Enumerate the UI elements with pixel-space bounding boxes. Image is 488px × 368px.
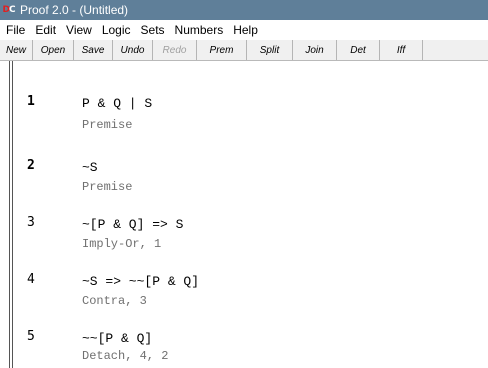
step-number: 5 bbox=[27, 329, 35, 344]
step-number: 4 bbox=[27, 272, 35, 287]
undo-button[interactable]: Undo bbox=[113, 40, 153, 60]
step-justification: Detach, 4, 2 bbox=[82, 349, 169, 363]
save-button[interactable]: Save bbox=[74, 40, 113, 60]
proof-app-icon[interactable]: DC bbox=[2, 4, 16, 16]
menu-logic[interactable]: Logic bbox=[97, 20, 136, 40]
menu-sets[interactable]: Sets bbox=[136, 20, 170, 40]
step-formula: ~[P & Q] => S bbox=[82, 217, 184, 232]
step-justification: Imply-Or, 1 bbox=[82, 237, 162, 251]
step-justification: Premise bbox=[82, 180, 133, 194]
step-justification: Contra, 3 bbox=[82, 294, 147, 308]
redo-button[interactable]: Redo bbox=[153, 40, 197, 60]
step-number: 2 bbox=[27, 158, 35, 173]
join-button[interactable]: Join bbox=[293, 40, 337, 60]
menu-file[interactable]: File bbox=[1, 20, 30, 40]
menu-view[interactable]: View bbox=[61, 20, 97, 40]
margin-line-inner bbox=[12, 61, 13, 368]
title-bar[interactable]: DC Proof 2.0 - (Untitled) bbox=[0, 0, 488, 20]
margin-line-outer bbox=[9, 61, 10, 368]
menu-edit[interactable]: Edit bbox=[30, 20, 61, 40]
app-icon-letter-2: C bbox=[8, 4, 16, 15]
step-formula: P & Q | S bbox=[82, 96, 153, 111]
window-title: Proof 2.0 - (Untitled) bbox=[20, 3, 129, 17]
new-button[interactable]: New bbox=[0, 40, 33, 60]
step-number: 1 bbox=[27, 94, 35, 109]
step-justification: Premise bbox=[82, 118, 133, 132]
split-button[interactable]: Split bbox=[247, 40, 293, 60]
detach-button[interactable]: Det bbox=[337, 40, 380, 60]
proof-window: DC Proof 2.0 - (Untitled) File Edit View… bbox=[0, 0, 488, 368]
open-button[interactable]: Open bbox=[33, 40, 74, 60]
menu-bar: File Edit View Logic Sets Numbers Help bbox=[0, 20, 488, 40]
menu-numbers[interactable]: Numbers bbox=[170, 20, 229, 40]
step-formula: ~S => ~~[P & Q] bbox=[82, 274, 200, 289]
proof-document[interactable]: 1 P & Q | S Premise 2 ~S Premise 3 ~[P &… bbox=[0, 61, 488, 368]
menu-help[interactable]: Help bbox=[228, 20, 263, 40]
iff-button[interactable]: Iff bbox=[380, 40, 423, 60]
step-formula: ~~[P & Q] bbox=[82, 331, 153, 346]
toolbar: New Open Save Undo Redo Prem Split Join … bbox=[0, 40, 488, 61]
premise-button[interactable]: Prem bbox=[197, 40, 247, 60]
step-number: 3 bbox=[27, 215, 35, 230]
step-formula: ~S bbox=[82, 160, 98, 175]
